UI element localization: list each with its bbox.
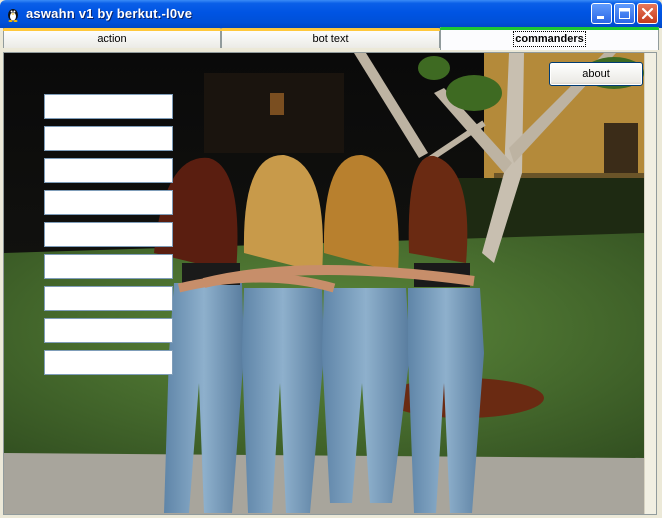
tab-commanders-label: commanders (513, 31, 586, 47)
right-edge-strip (644, 53, 656, 514)
tux-penguin-icon[interactable] (5, 6, 21, 22)
commanders-panel: about (3, 52, 657, 515)
commander-input-2[interactable] (44, 126, 173, 151)
commander-input-list (44, 94, 174, 382)
tab-commanders[interactable]: commanders (440, 27, 659, 50)
minimize-button[interactable] (591, 3, 612, 24)
minimize-icon (597, 16, 604, 19)
tab-strip: action bot text commanders (0, 27, 662, 52)
app-window: aswahn v1 by berkut.-l0ve action bot tex… (0, 0, 662, 518)
close-button[interactable] (637, 3, 658, 24)
commander-input-3[interactable] (44, 158, 173, 183)
commander-input-4[interactable] (44, 190, 173, 215)
tab-bot-text-label: bot text (312, 33, 349, 45)
commander-input-9[interactable] (44, 350, 173, 375)
about-button[interactable]: about (549, 62, 643, 86)
close-icon (641, 7, 654, 20)
tab-bot-text[interactable]: bot text (221, 28, 440, 48)
commander-input-8[interactable] (44, 318, 173, 343)
commander-input-5[interactable] (44, 222, 173, 247)
title-bar[interactable]: aswahn v1 by berkut.-l0ve (0, 0, 662, 28)
maximize-button[interactable] (614, 3, 635, 24)
commander-input-1[interactable] (44, 94, 173, 119)
tab-action-label: action (97, 33, 127, 45)
maximize-icon (619, 8, 630, 19)
tab-action[interactable]: action (3, 28, 221, 48)
commander-input-7[interactable] (44, 286, 173, 311)
window-title: aswahn v1 by berkut.-l0ve (26, 6, 193, 21)
commander-input-6[interactable] (44, 254, 173, 279)
